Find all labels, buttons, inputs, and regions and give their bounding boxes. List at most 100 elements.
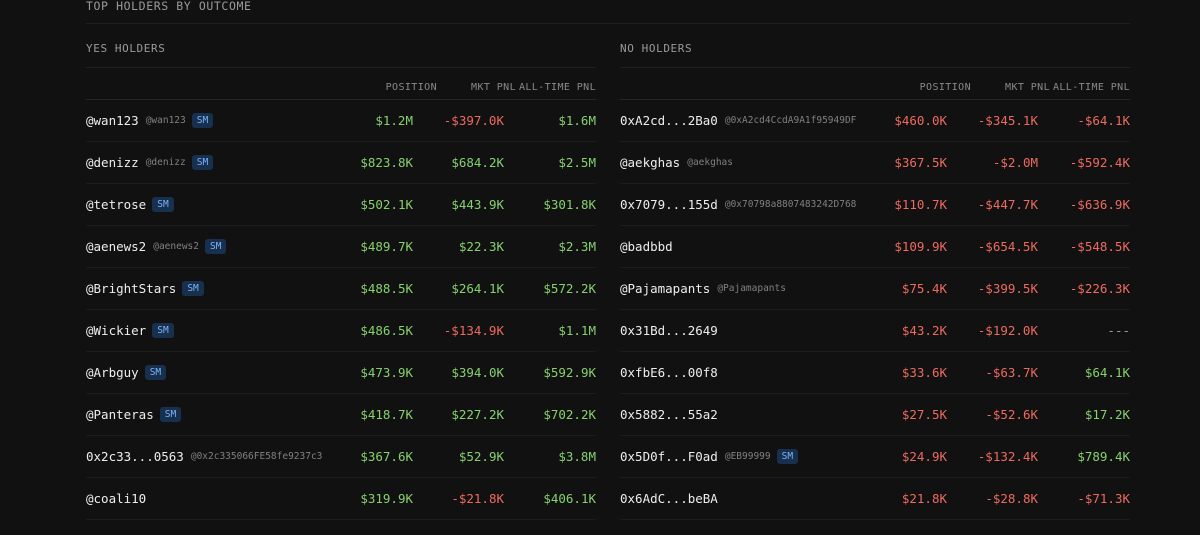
position-value: $75.4K xyxy=(901,281,947,296)
smart-money-badge: SM xyxy=(204,239,227,254)
all-time-pnl-value: $2.5M xyxy=(558,155,596,170)
holder-row[interactable]: 0x5D0f...F0ad @EB99999 SM $24.9K -$132.4K $78… xyxy=(620,436,1130,478)
all-time-pnl-value: $789.4K xyxy=(1077,449,1130,464)
holder-handle[interactable]: @EB99999 xyxy=(725,451,771,462)
smart-money-badge: SM xyxy=(159,407,182,422)
holder-row[interactable]: 0xfbE6...00f8 $33.6K -$63.7K $64.1K xyxy=(620,352,1130,394)
holder-identity: @Pajamapants @Pajamapants xyxy=(620,268,786,309)
holder-identity: 0x7079...155d @0x70798a8807483242D768 xyxy=(620,184,856,225)
mkt-pnl-value: -$28.8K xyxy=(985,491,1038,506)
holder-row[interactable]: 0x2c33...0563 @0x2c335066FE58fe9237c3 $367… xyxy=(86,436,596,478)
position-value: $319.9K xyxy=(360,491,413,506)
holder-identity: 0x5D0f...F0ad @EB99999 SM xyxy=(620,436,799,477)
all-time-pnl-value: $17.2K xyxy=(1084,407,1130,422)
holder-name[interactable]: 0x6AdC...beBA xyxy=(620,491,718,506)
position-value: $24.9K xyxy=(901,449,947,464)
all-time-pnl-value: -$64.1K xyxy=(1077,113,1130,128)
holder-identity: @Arbguy SM xyxy=(86,352,167,393)
all-time-pnl-column-header[interactable]: ALL-TIME PNL xyxy=(1053,82,1130,93)
holder-handle[interactable]: @0xA2cd4CcdA9A1f95949DF xyxy=(725,115,857,126)
holder-row[interactable]: @Pajamapants @Pajamapants $75.4K -$399.5K -$… xyxy=(620,268,1130,310)
holder-row[interactable]: @coali10 $319.9K -$21.8K $406.1K xyxy=(86,478,596,520)
holder-identity: @aekghas @aekghas xyxy=(620,142,733,183)
mkt-pnl-column-header[interactable]: MKT PNL xyxy=(471,82,516,93)
all-time-pnl-value: $64.1K xyxy=(1084,365,1130,380)
holder-handle[interactable]: @0x2c335066FE58fe9237c3 xyxy=(191,451,323,462)
holder-name[interactable]: @aekghas xyxy=(620,155,680,170)
all-time-pnl-value: $572.2K xyxy=(543,281,596,296)
mkt-pnl-value: -$52.6K xyxy=(985,407,1038,422)
holder-row[interactable]: @aekghas @aekghas $367.5K -$2.0M -$592.4K xyxy=(620,142,1130,184)
holder-name[interactable]: @Wickier xyxy=(86,323,146,338)
holder-name[interactable]: @wan123 xyxy=(86,113,139,128)
holder-name[interactable]: 0xA2cd...2Ba0 xyxy=(620,113,718,128)
mkt-pnl-value: -$654.5K xyxy=(977,239,1038,254)
yes-column-headers: POSITION MKT PNL ALL-TIME PNL xyxy=(86,68,596,100)
holder-row[interactable]: @tetrose SM $502.1K $443.9K $301.8K xyxy=(86,184,596,226)
holder-identity: @Wickier SM xyxy=(86,310,174,351)
position-column-header[interactable]: POSITION xyxy=(386,82,437,93)
holder-identity: @denizz @denizz SM xyxy=(86,142,214,183)
holder-handle[interactable]: @aenews2 xyxy=(153,241,199,252)
all-time-pnl-value: $301.8K xyxy=(543,197,596,212)
holder-handle[interactable]: @0x70798a8807483242D768 xyxy=(725,199,857,210)
holder-row[interactable]: @Wickier SM $486.5K -$134.9K $1.1M xyxy=(86,310,596,352)
position-value: $502.1K xyxy=(360,197,413,212)
all-time-pnl-column-header[interactable]: ALL-TIME PNL xyxy=(519,82,596,93)
holder-name[interactable]: @aenews2 xyxy=(86,239,146,254)
holder-name[interactable]: @coali10 xyxy=(86,491,146,506)
holder-name[interactable]: @badbbd xyxy=(620,239,673,254)
smart-money-badge: SM xyxy=(191,113,214,128)
holder-name[interactable]: 0x31Bd...2649 xyxy=(620,323,718,338)
holder-name[interactable]: 0x2c33...0563 xyxy=(86,449,184,464)
holder-name[interactable]: 0x7079...155d xyxy=(620,197,718,212)
holder-name[interactable]: 0x5882...55a2 xyxy=(620,407,718,422)
holder-row[interactable]: 0x7079...155d @0x70798a8807483242D768 $110… xyxy=(620,184,1130,226)
holder-handle[interactable]: @denizz xyxy=(146,157,186,168)
holder-name[interactable]: @Panteras xyxy=(86,407,154,422)
holder-row[interactable]: 0x31Bd...2649 $43.2K -$192.0K --- xyxy=(620,310,1130,352)
holder-row[interactable]: @Panteras SM $418.7K $227.2K $702.2K xyxy=(86,394,596,436)
holder-row[interactable]: 0x5882...55a2 $27.5K -$52.6K $17.2K xyxy=(620,394,1130,436)
all-time-pnl-value: $406.1K xyxy=(543,491,596,506)
holder-row[interactable]: @BrightStars SM $488.5K $264.1K $572.2K xyxy=(86,268,596,310)
holder-name[interactable]: @Pajamapants xyxy=(620,281,710,296)
mkt-pnl-value: -$447.7K xyxy=(977,197,1038,212)
holder-identity: @BrightStars SM xyxy=(86,268,204,309)
holder-row[interactable]: 0x6AdC...beBA $21.8K -$28.8K -$71.3K xyxy=(620,478,1130,520)
all-time-pnl-value: $2.3M xyxy=(558,239,596,254)
mkt-pnl-value: $264.1K xyxy=(451,281,504,296)
yes-holders-panel: YES HOLDERS POSITION MKT PNL ALL-TIME PN… xyxy=(86,24,596,520)
position-value: $109.9K xyxy=(894,239,947,254)
holder-name[interactable]: 0x5D0f...F0ad xyxy=(620,449,718,464)
holder-handle[interactable]: @wan123 xyxy=(146,115,186,126)
holder-identity: @tetrose SM xyxy=(86,184,174,225)
holder-row[interactable]: @Arbguy SM $473.9K $394.0K $592.9K xyxy=(86,352,596,394)
holder-name[interactable]: @denizz xyxy=(86,155,139,170)
holder-identity: 0x6AdC...beBA xyxy=(620,478,718,519)
position-value: $43.2K xyxy=(901,323,947,338)
position-value: $418.7K xyxy=(360,407,413,422)
position-value: $823.8K xyxy=(360,155,413,170)
holder-handle[interactable]: @aekghas xyxy=(687,157,733,168)
holder-name[interactable]: @Arbguy xyxy=(86,365,139,380)
holder-row[interactable]: @aenews2 @aenews2 SM $489.7K $22.3K $2.3M xyxy=(86,226,596,268)
mkt-pnl-column-header[interactable]: MKT PNL xyxy=(1005,82,1050,93)
holder-name[interactable]: @tetrose xyxy=(86,197,146,212)
yes-holders-list: @wan123 @wan123 SM $1.2M -$397.0K $1.6M @deniz… xyxy=(86,100,596,520)
holder-row[interactable]: @badbbd $109.9K -$654.5K -$548.5K xyxy=(620,226,1130,268)
holder-row[interactable]: @wan123 @wan123 SM $1.2M -$397.0K $1.6M xyxy=(86,100,596,142)
holder-name[interactable]: 0xfbE6...00f8 xyxy=(620,365,718,380)
position-column-header[interactable]: POSITION xyxy=(920,82,971,93)
mkt-pnl-value: -$397.0K xyxy=(443,113,504,128)
holder-identity: @wan123 @wan123 SM xyxy=(86,100,214,141)
top-holders-section: TOP HOLDERS BY OUTCOME YES HOLDERS POSIT… xyxy=(86,0,1130,535)
holder-row[interactable]: @denizz @denizz SM $823.8K $684.2K $2.5M xyxy=(86,142,596,184)
holder-name[interactable]: @BrightStars xyxy=(86,281,176,296)
holder-handle[interactable]: @Pajamapants xyxy=(717,283,786,294)
holder-row[interactable]: 0xA2cd...2Ba0 @0xA2cd4CcdA9A1f95949DF $460… xyxy=(620,100,1130,142)
smart-money-badge: SM xyxy=(191,155,214,170)
position-value: $473.9K xyxy=(360,365,413,380)
position-value: $1.2M xyxy=(375,113,413,128)
holder-identity: 0xfbE6...00f8 xyxy=(620,352,718,393)
